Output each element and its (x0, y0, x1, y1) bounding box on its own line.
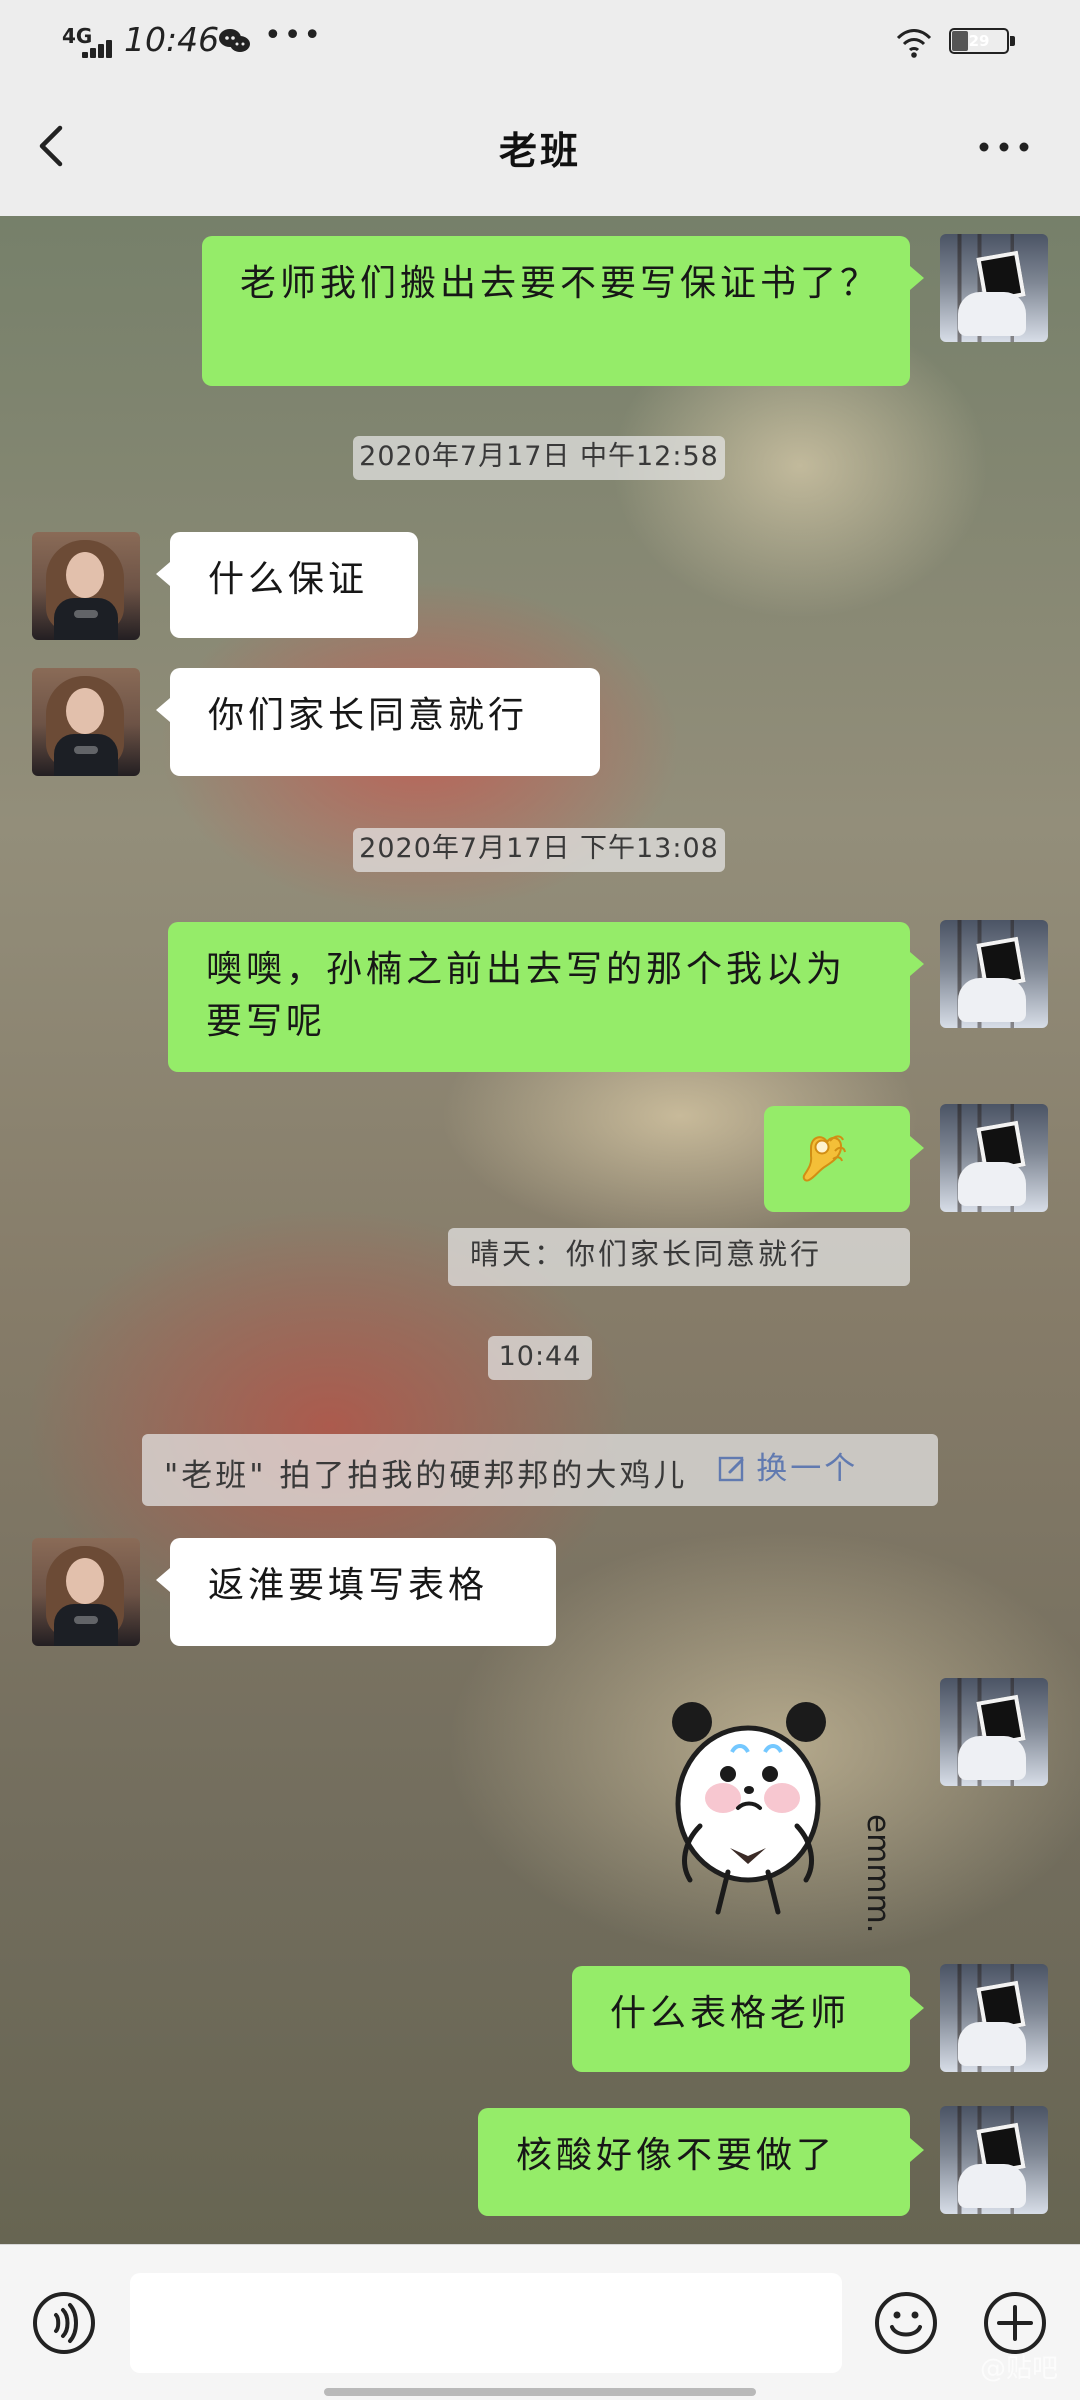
self-avatar[interactable] (940, 1104, 1048, 1212)
message-text: 什么表格老师 (610, 1993, 851, 2034)
message-text: 什么保证 (208, 559, 369, 600)
message-bubble-outgoing[interactable]: 老师我们搬出去要不要写保证书了？ (202, 236, 924, 386)
message-text: 噢噢，孙楠之前出去写的那个我以为要写呢 (206, 949, 847, 1042)
message-bubble-outgoing[interactable]: 什么表格老师 (572, 1966, 924, 2072)
status-bar: 4G 10:46 ••• 29 (0, 0, 1080, 84)
peer-avatar[interactable] (32, 668, 140, 776)
message-bubble-incoming[interactable]: 返淮要填写表格 (156, 1538, 556, 1646)
battery-text: 29 (968, 32, 990, 50)
watermark: @贴吧 (979, 2354, 1058, 2384)
self-avatar[interactable] (940, 2106, 1048, 2214)
self-avatar[interactable] (940, 1964, 1048, 2072)
pat-text: "老班" 拍了拍我的硬邦邦的大鸡儿 (164, 1457, 688, 1494)
message-bubble-outgoing[interactable]: 噢噢，孙楠之前出去写的那个我以为要写呢 (168, 922, 924, 1072)
quoted-reply[interactable]: 晴天：你们家长同意就行 (448, 1228, 910, 1286)
wifi-icon (896, 29, 932, 58)
peer-avatar[interactable] (32, 1538, 140, 1646)
emoji-icon[interactable] (870, 2287, 942, 2359)
message-text: 返淮要填写表格 (208, 1565, 489, 1606)
voice-icon[interactable] (28, 2287, 100, 2359)
self-avatar[interactable] (940, 234, 1048, 342)
message-text: 核酸好像不要做了 (516, 2135, 837, 2176)
chat-header: 老班 (0, 84, 1080, 217)
sticker-text: emmm... (860, 1814, 896, 1932)
panda-sticker[interactable]: emmm... (658, 1682, 906, 1953)
chat-title: 老班 (498, 129, 581, 173)
swap-button[interactable]: 换一个 (718, 1434, 858, 1504)
more-button[interactable] (972, 122, 1036, 172)
ok-hand-emoji (802, 1135, 846, 1182)
pat-notification: "老班" 拍了拍我的硬邦邦的大鸡儿 换一个 (142, 1434, 938, 1506)
message-bubble-outgoing[interactable] (764, 1106, 924, 1212)
chat-screen: 4G 10:46 ••• 29 老班 老师我们搬出去要不要写保证书了？ 2020… (0, 0, 1080, 2400)
message-bubble-incoming[interactable]: 你们家长同意就行 (156, 668, 600, 776)
message-bubble-incoming[interactable]: 什么保证 (156, 532, 418, 638)
message-input[interactable] (130, 2273, 842, 2373)
edit-icon (719, 1456, 744, 1482)
message-list[interactable]: 老师我们搬出去要不要写保证书了？ 2020年7月17日 中午12:58 什么保证… (0, 216, 1080, 2244)
wechat-icon (219, 29, 250, 52)
timestamp: 10:44 (488, 1336, 592, 1380)
timestamp: 2020年7月17日 中午12:58 (353, 436, 725, 480)
home-indicator (324, 2388, 756, 2396)
status-more-icon: ••• (264, 18, 324, 53)
peer-avatar[interactable] (32, 532, 140, 640)
self-avatar[interactable] (940, 920, 1048, 1028)
message-text: 你们家长同意就行 (208, 695, 529, 736)
signal-icon (82, 36, 118, 58)
swap-label: 换一个 (756, 1451, 859, 1487)
plus-icon[interactable] (979, 2287, 1051, 2359)
timestamp: 2020年7月17日 下午13:08 (353, 828, 725, 872)
self-avatar[interactable] (940, 1678, 1048, 1786)
battery-icon: 29 (949, 28, 1017, 56)
status-time: 10:46 (124, 20, 220, 59)
message-text: 老师我们搬出去要不要写保证书了？ (240, 263, 881, 304)
message-bubble-outgoing[interactable]: 核酸好像不要做了 (478, 2108, 924, 2216)
